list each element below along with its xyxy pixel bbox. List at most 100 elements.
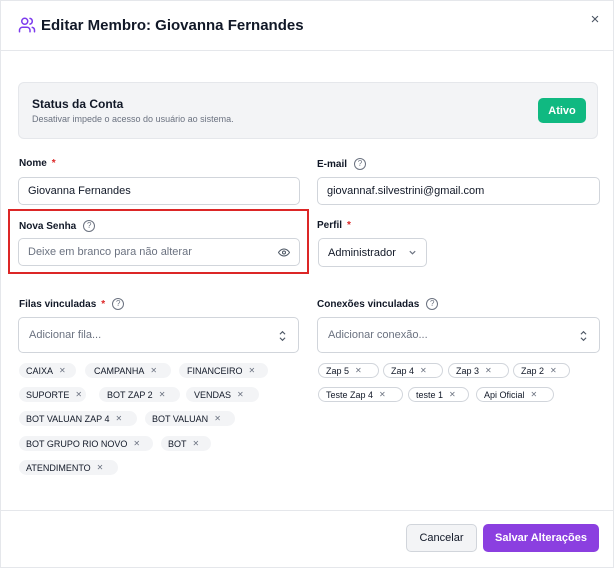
modal-title: Editar Membro: Giovanna Fernandes bbox=[41, 17, 304, 34]
email-value: giovannaf.silvestrini@gmail.com bbox=[327, 185, 485, 197]
name-input[interactable]: Giovanna Fernandes bbox=[18, 177, 300, 205]
cancel-button[interactable]: Cancelar bbox=[406, 524, 477, 552]
profile-label: Perfil * bbox=[317, 220, 351, 231]
close-icon[interactable]: ✕ bbox=[214, 414, 221, 423]
queues-combobox[interactable]: Adicionar fila... bbox=[18, 317, 299, 353]
connection-tag: Zap 2 ✕ bbox=[513, 363, 570, 378]
close-icon[interactable]: ✕ bbox=[531, 390, 538, 399]
connection-tag: Teste Zap 4 ✕ bbox=[318, 387, 403, 402]
close-icon[interactable]: ✕ bbox=[379, 390, 386, 399]
question-circle-icon[interactable]: ? bbox=[354, 158, 367, 170]
connection-tag-label: Zap 4 bbox=[391, 365, 415, 376]
close-icon[interactable]: ✕ bbox=[59, 366, 66, 375]
question-circle-icon[interactable]: ? bbox=[83, 220, 96, 232]
connection-tag-label: Zap 2 bbox=[521, 365, 545, 376]
connections-label: Conexões vinculadas ? bbox=[317, 298, 439, 310]
close-icon[interactable]: ✕ bbox=[485, 366, 492, 375]
users-icon bbox=[18, 17, 36, 33]
connections-combobox[interactable]: Adicionar conexão... bbox=[317, 317, 600, 353]
queue-tag: BOT GRUPO RIO NOVO ✕ bbox=[19, 436, 153, 451]
queue-tag-label: BOT VALUAN ZAP 4 bbox=[26, 413, 110, 424]
close-icon[interactable]: ✕ bbox=[133, 439, 140, 448]
connection-tag: Zap 5 ✕ bbox=[318, 363, 379, 378]
name-value: Giovanna Fernandes bbox=[28, 185, 131, 197]
queue-tag-label: BOT bbox=[168, 438, 187, 449]
queue-tag-label: FINANCEIRO bbox=[187, 365, 243, 376]
footer-divider bbox=[1, 510, 613, 511]
queue-tag-label: SUPORTE bbox=[26, 389, 70, 400]
close-icon[interactable]: ✕ bbox=[550, 366, 557, 375]
queue-tag: BOT VALUAN ✕ bbox=[145, 411, 235, 426]
close-icon[interactable]: ✕ bbox=[193, 439, 200, 448]
password-input[interactable]: Deixe em branco para não alterar bbox=[18, 238, 300, 266]
connection-tag-label: Zap 3 bbox=[456, 365, 480, 376]
chevron-up-down-icon bbox=[580, 330, 587, 342]
active-toggle-button[interactable]: Ativo bbox=[538, 98, 586, 123]
password-label-text: Nova Senha bbox=[19, 220, 77, 232]
close-icon[interactable]: ✕ bbox=[420, 366, 427, 375]
required-marker: * bbox=[347, 220, 351, 231]
connection-tag: teste 1 ✕ bbox=[408, 387, 469, 402]
queue-tag: BOT ZAP 2 ✕ bbox=[99, 387, 180, 402]
profile-select[interactable]: Administrador bbox=[318, 238, 427, 267]
connection-tag: Api Oficial ✕ bbox=[476, 387, 554, 402]
account-status-card: Status da Conta Desativar impede o acess… bbox=[18, 82, 598, 139]
queue-tag-label: BOT ZAP 2 bbox=[107, 389, 153, 400]
close-icon[interactable]: × bbox=[587, 12, 603, 28]
close-icon[interactable]: ✕ bbox=[75, 390, 82, 399]
queue-tag-label: BOT GRUPO RIO NOVO bbox=[26, 438, 128, 449]
queue-tag: SUPORTE ✕ bbox=[19, 387, 86, 402]
close-icon[interactable]: ✕ bbox=[150, 366, 157, 375]
connection-tag-label: Zap 5 bbox=[326, 365, 350, 376]
connection-tag: Zap 4 ✕ bbox=[383, 363, 443, 378]
close-icon[interactable]: ✕ bbox=[237, 390, 244, 399]
chevron-down-icon bbox=[409, 250, 416, 255]
modal-header: Editar Membro: Giovanna Fernandes × bbox=[1, 1, 613, 51]
queue-tag: BOT ✕ bbox=[161, 436, 211, 451]
queue-tag: CAIXA ✕ bbox=[19, 363, 76, 378]
connection-tag-label: Api Oficial bbox=[484, 389, 525, 400]
queue-tag-label: CAIXA bbox=[26, 365, 54, 376]
edit-member-modal: Editar Membro: Giovanna Fernandes × Stat… bbox=[0, 0, 614, 568]
email-label-text: E-mail bbox=[317, 158, 348, 170]
name-label: Nome * bbox=[19, 158, 56, 169]
eye-icon[interactable] bbox=[278, 248, 290, 257]
question-circle-icon[interactable]: ? bbox=[426, 298, 439, 310]
connection-tag: Zap 3 ✕ bbox=[448, 363, 509, 378]
queues-placeholder: Adicionar fila... bbox=[29, 329, 102, 341]
queues-label: Filas vinculadas * ? bbox=[19, 298, 125, 310]
queues-label-text: Filas vinculadas bbox=[19, 298, 97, 310]
close-icon[interactable]: ✕ bbox=[159, 390, 166, 399]
email-label: E-mail ? bbox=[317, 158, 367, 170]
connections-placeholder: Adicionar conexão... bbox=[328, 329, 428, 341]
queue-tag: CAMPANHA ✕ bbox=[85, 363, 171, 378]
queue-tag: FINANCEIRO ✕ bbox=[179, 363, 268, 378]
question-circle-icon[interactable]: ? bbox=[112, 298, 125, 310]
close-icon[interactable]: ✕ bbox=[116, 414, 123, 423]
queue-tag: BOT VALUAN ZAP 4 ✕ bbox=[19, 411, 137, 426]
queue-tag-label: VENDAS bbox=[194, 389, 232, 400]
required-marker: * bbox=[51, 158, 56, 169]
queue-tag-label: CAMPANHA bbox=[94, 365, 145, 376]
chevron-up-down-icon bbox=[279, 330, 286, 342]
close-icon[interactable]: ✕ bbox=[97, 463, 104, 472]
account-status-title: Status da Conta bbox=[32, 97, 124, 111]
close-icon[interactable]: ✕ bbox=[249, 366, 256, 375]
profile-label-text: Perfil bbox=[317, 220, 343, 231]
profile-value: Administrador bbox=[328, 246, 396, 259]
close-icon[interactable]: ✕ bbox=[355, 366, 362, 375]
password-placeholder: Deixe em branco para não alterar bbox=[28, 246, 192, 258]
connection-tag-label: teste 1 bbox=[416, 389, 444, 400]
queue-tag: VENDAS ✕ bbox=[186, 387, 259, 402]
queue-tag-label: ATENDIMENTO bbox=[26, 462, 91, 473]
queue-tag: ATENDIMENTO ✕ bbox=[19, 460, 118, 475]
account-status-description: Desativar impede o acesso do usuário ao … bbox=[32, 114, 234, 124]
password-label: Nova Senha ? bbox=[19, 220, 96, 232]
queue-tag-label: BOT VALUAN bbox=[152, 413, 209, 424]
name-label-text: Nome bbox=[19, 158, 47, 169]
save-changes-button[interactable]: Salvar Alterações bbox=[483, 524, 599, 552]
close-icon[interactable]: ✕ bbox=[449, 390, 456, 399]
email-input[interactable]: giovannaf.silvestrini@gmail.com bbox=[317, 177, 600, 205]
connection-tag-label: Teste Zap 4 bbox=[326, 389, 374, 400]
connections-label-text: Conexões vinculadas bbox=[317, 298, 420, 310]
